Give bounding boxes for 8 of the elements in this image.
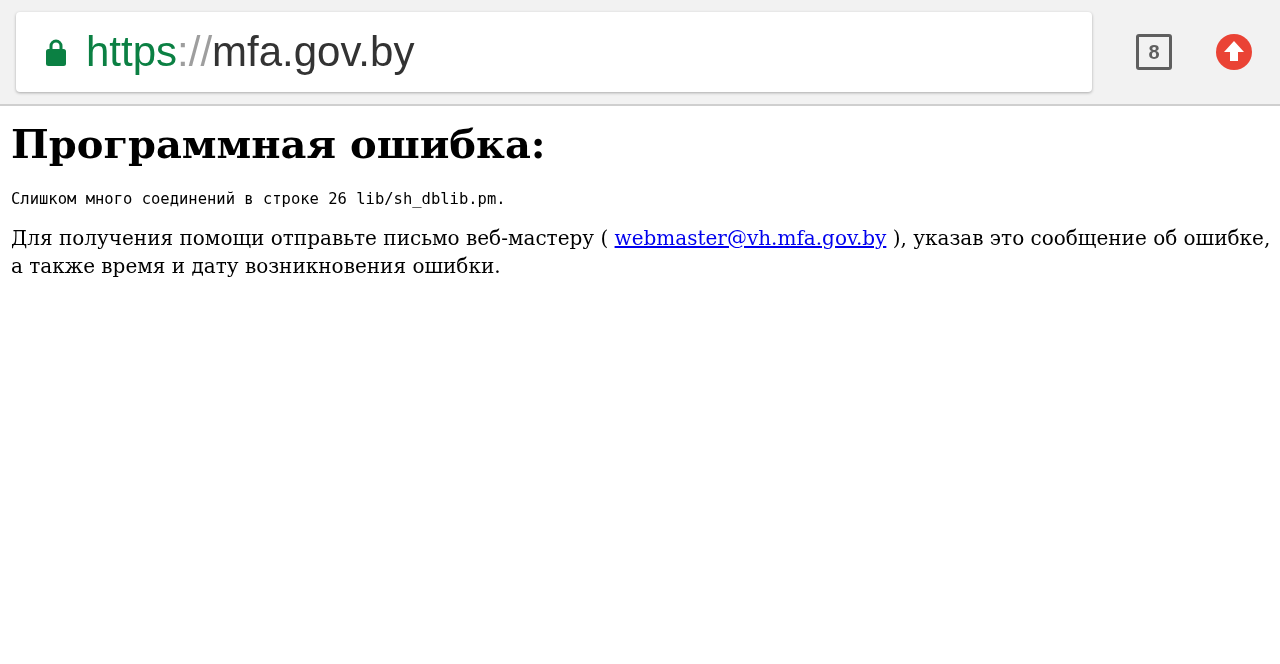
email-link[interactable]: webmaster@vh.mfa.gov.by [614,226,887,250]
error-message: Слишком много соединений в строке 26 lib/sh_dblib.pm. [11,189,507,210]
url-text: https://mfa.gov.by [86,31,415,73]
error-heading: Программная ошибка: [11,120,547,168]
tab-count-button[interactable]: 8 [1136,34,1172,70]
address-bar[interactable]: https://mfa.gov.by [16,12,1092,92]
upload-icon[interactable] [1216,34,1252,70]
help-paragraph: Для получения помощи отправьте письмо веб-мастеру ( webmaster@vh.mfa.gov.by ), указав это сообщение об ошибке, а также время и дату возникновения ошибки. [11,225,1272,280]
